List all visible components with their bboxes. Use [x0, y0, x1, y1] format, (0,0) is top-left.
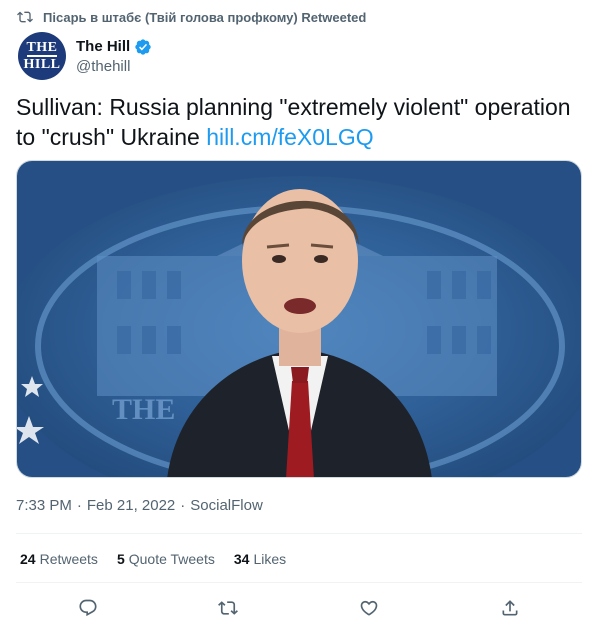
- tweet-timestamp: 7:33 PM · Feb 21, 2022 · SocialFlow: [16, 497, 263, 514]
- tweet-text: Sullivan: Russia planning "extremely vio…: [16, 92, 584, 152]
- like-icon: [360, 600, 378, 616]
- avatar-text-top: THE: [26, 40, 58, 56]
- share-button[interactable]: [498, 596, 522, 620]
- verified-badge-icon: [134, 38, 152, 56]
- divider: [16, 582, 582, 583]
- svg-text:THE: THE: [112, 393, 175, 426]
- tweet-time[interactable]: 7:33 PM: [16, 497, 72, 514]
- retweet-icon: [17, 11, 33, 23]
- meta-separator: ·: [76, 497, 82, 514]
- likes-stat[interactable]: 34 Likes: [234, 551, 286, 567]
- quote-tweets-count: 5: [116, 551, 125, 567]
- like-button[interactable]: [357, 596, 381, 620]
- avatar-text-bottom: HILL: [23, 56, 61, 72]
- author-display-name[interactable]: The Hill: [76, 38, 130, 55]
- press-briefing-photo: THE: [17, 161, 581, 477]
- divider: [16, 533, 582, 534]
- retweets-stat[interactable]: 24 Retweets: [20, 551, 98, 567]
- likes-label: Likes: [253, 551, 287, 567]
- share-icon: [502, 600, 518, 616]
- quote-tweets-stat[interactable]: 5 Quote Tweets: [117, 551, 215, 567]
- author-handle[interactable]: @thehill: [76, 58, 152, 75]
- tweet-source[interactable]: SocialFlow: [190, 497, 263, 514]
- quote-tweets-label: Quote Tweets: [128, 551, 215, 567]
- tweet-media-image[interactable]: THE: [16, 160, 582, 478]
- retweet-button[interactable]: [216, 596, 240, 620]
- tweet-actions: [0, 596, 598, 620]
- retweets-label: Retweets: [39, 551, 98, 567]
- retweet-context-text: Пісарь в штабє (Твій голова профкому) Re…: [43, 9, 367, 25]
- tweet-link[interactable]: hill.cm/feX0LGQ: [206, 124, 373, 150]
- tweet-stats: 24 Retweets 5 Quote Tweets 34 Likes: [20, 551, 286, 567]
- likes-count: 34: [233, 551, 250, 567]
- meta-separator: ·: [180, 497, 186, 514]
- retweets-count: 24: [20, 551, 36, 567]
- tweet-date[interactable]: Feb 21, 2022: [87, 497, 175, 514]
- retweet-context[interactable]: Пісарь в штабє (Твій голова профкому) Re…: [17, 8, 366, 26]
- avatar[interactable]: THE HILL: [18, 32, 66, 80]
- reply-button[interactable]: [76, 596, 100, 620]
- retweet-icon: [218, 601, 238, 615]
- tweet-author[interactable]: THE HILL The Hill @thehill: [18, 32, 152, 80]
- reply-icon: [79, 599, 97, 617]
